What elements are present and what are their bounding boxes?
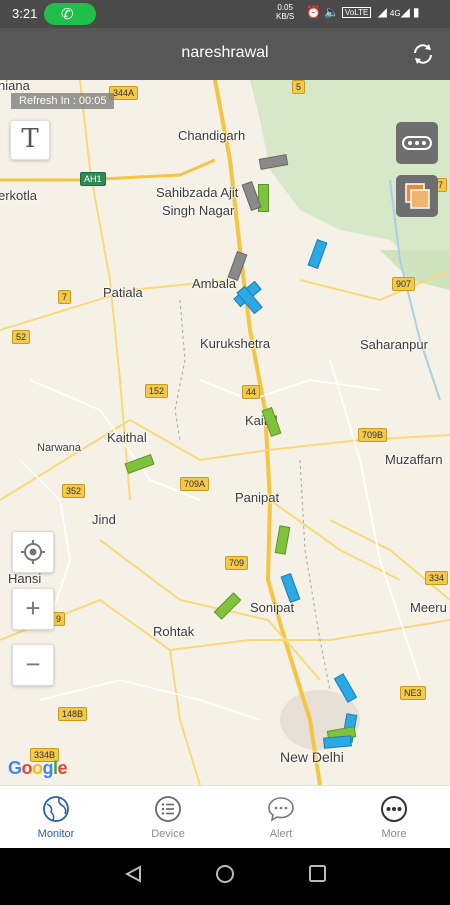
status-icons: ⏰🔈 VoLTE ◢4G◢▮ — [306, 5, 422, 19]
place-label: Muzaffarn — [385, 452, 443, 467]
phone-icon: ✆ — [61, 6, 74, 23]
dots-pill-icon — [402, 136, 432, 150]
nav-buttons — [124, 865, 326, 883]
zoom-in-button[interactable]: + — [12, 588, 54, 630]
volume-icon: 🔈 — [323, 5, 342, 19]
refresh-timer: Refresh In : 00:05 — [11, 93, 115, 109]
road-shield: 52 — [12, 330, 31, 344]
place-label: Sahibzada Ajit — [156, 185, 239, 200]
signal-icon-2: ◢ — [400, 5, 413, 19]
crosshair-icon — [21, 540, 45, 564]
road-shield: 152 — [145, 384, 169, 398]
place-label: Narwana — [37, 442, 82, 454]
my-location-button[interactable] — [12, 531, 54, 573]
network-type: 4G — [389, 9, 401, 18]
place-label: Saharanpur — [360, 337, 428, 352]
place-label: erkotla — [0, 188, 38, 203]
road-shield: 907 — [392, 277, 416, 291]
more-dots-icon — [381, 796, 407, 822]
map-view[interactable]: hiana Chandigarh Sahibzada Ajit Singh Na… — [0, 80, 450, 785]
ongoing-call-indicator[interactable]: ✆ — [44, 3, 96, 25]
place-label: Meeru — [410, 600, 447, 615]
tab-label: Monitor — [37, 828, 75, 840]
tab-label: Device — [151, 828, 185, 840]
alarm-icon: ⏰ — [306, 5, 324, 19]
place-label: Kurukshetra — [200, 336, 271, 351]
system-nav-bar — [0, 848, 450, 900]
road-shield: 334 — [425, 571, 449, 585]
place-label: Panipat — [235, 490, 280, 505]
road-shield: 44 — [242, 385, 261, 399]
road-shield: 352 — [62, 484, 86, 498]
network-speed-value: 0.05 — [277, 3, 293, 12]
place-label: New Delhi — [280, 749, 344, 765]
signal-icon: ◢ — [377, 5, 390, 19]
zoom-out-button[interactable]: − — [12, 644, 54, 686]
layers-icon — [405, 183, 430, 209]
back-icon — [124, 865, 141, 883]
tab-more[interactable]: More — [338, 786, 450, 849]
bottom-tab-bar: Monitor Device Alert More — [0, 785, 450, 849]
label-toggle-button[interactable]: T — [10, 120, 50, 160]
volte-badge: VoLTE — [341, 7, 372, 19]
place-label: hiana — [0, 80, 30, 93]
road-shield: NE3 — [400, 686, 426, 700]
place-label: Kaithal — [107, 430, 147, 445]
status-time: 3:21 — [12, 6, 38, 21]
chat-bubble-icon — [268, 797, 294, 822]
map-layers-button[interactable] — [396, 175, 438, 217]
tab-label: More — [381, 828, 407, 840]
tab-device[interactable]: Device — [112, 786, 224, 849]
home-icon — [216, 865, 234, 883]
place-label: Singh Nagar — [162, 203, 235, 218]
page-title: nareshrawal — [181, 44, 269, 61]
network-speed: 0.05 KB/S — [276, 3, 294, 21]
status-bar: 3:21 ✆ 0.05 KB/S ⏰🔈 VoLTE ◢4G◢▮ — [0, 0, 450, 28]
tab-label: Alert — [269, 828, 293, 840]
place-label: Jind — [92, 512, 116, 527]
refresh-icon[interactable] — [410, 41, 436, 67]
google-logo: Google — [8, 758, 68, 778]
recents-icon — [309, 865, 326, 882]
place-label: Chandigarh — [178, 128, 246, 143]
road-shield: 709B — [358, 428, 388, 442]
battery-icon: ▮ — [412, 5, 423, 19]
app-header: nareshrawal — [0, 28, 450, 80]
place-label: Sonipat — [250, 600, 295, 615]
road-shield: 709 — [225, 556, 249, 570]
place-label: Rohtak — [153, 624, 195, 639]
network-speed-unit: KB/S — [276, 12, 295, 21]
place-label: Patiala — [103, 285, 143, 300]
tab-alert[interactable]: Alert — [225, 786, 337, 849]
road-shield: 7 — [58, 290, 72, 304]
road-shield: 148B — [58, 707, 88, 721]
globe-icon — [43, 796, 69, 822]
road-shield: AH1 — [80, 172, 106, 186]
list-icon — [155, 796, 181, 822]
road-shield: 709A — [180, 477, 210, 491]
road-shield: 5 — [292, 80, 306, 94]
traffic-toggle-button[interactable] — [396, 122, 438, 164]
tab-monitor[interactable]: Monitor — [0, 786, 112, 849]
